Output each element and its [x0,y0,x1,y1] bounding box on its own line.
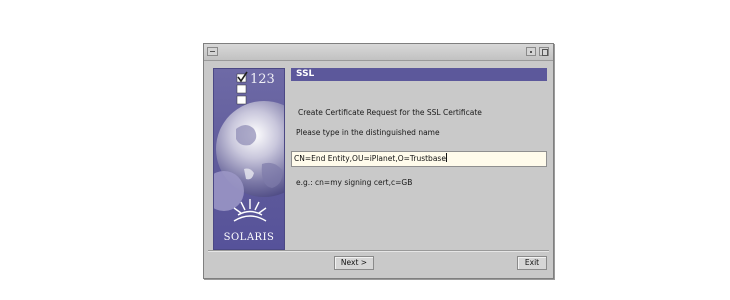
checkbox-icon [236,95,247,105]
minimize-icon[interactable] [526,47,536,56]
exit-button[interactable]: Exit [517,256,547,270]
maximize-icon[interactable] [539,47,549,56]
example-text: e.g.: cn=my signing cert,c=GB [296,178,413,187]
next-button[interactable]: Next > [334,256,374,270]
section-title: SSL [291,68,547,81]
distinguished-name-input[interactable]: CN=End Entity,OU=iPlanet,O=Trustbase [291,151,547,167]
brand-graphic [214,71,284,222]
brand-panel: 123 SOLARIS [213,68,285,250]
instruction-text: Please type in the distinguished name [296,128,440,137]
window-menu-icon[interactable] [207,47,218,56]
distinguished-name-value: CN=End Entity,OU=iPlanet,O=Trustbase [294,154,446,163]
footer-divider [208,250,549,252]
steps-label: 123 [250,72,275,87]
checkbox-icon [236,84,247,94]
page-heading: Create Certificate Request for the SSL C… [298,108,482,117]
text-cursor [445,153,447,162]
title-bar[interactable] [204,44,553,61]
solaris-logo-text: SOLARIS [223,232,275,243]
wizard-window: 123 SOLARIS SSL Create Certificate Reque… [203,43,554,279]
